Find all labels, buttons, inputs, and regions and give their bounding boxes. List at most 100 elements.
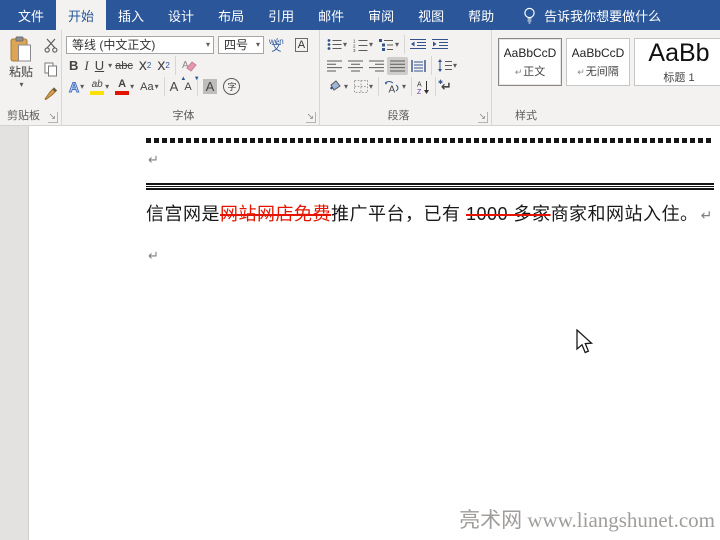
text-segment-red-strikethrough: 网站网店免费 [220, 204, 331, 224]
svg-text:Z: Z [417, 89, 422, 94]
line-spacing-dropdown-icon: ▾ [453, 61, 457, 70]
shading-bucket-icon [327, 80, 343, 93]
bullets-button[interactable]: ▾ [324, 36, 350, 54]
highlight-button[interactable]: ab ▾ [87, 78, 112, 96]
enclose-characters-button[interactable]: 字 [220, 78, 243, 96]
superscript-button[interactable]: x2 [154, 57, 172, 75]
character-border-button[interactable]: A [289, 36, 311, 54]
tab-insert[interactable]: 插入 [106, 0, 156, 30]
borders-button[interactable]: ▾ [351, 78, 376, 96]
cut-button[interactable] [41, 36, 61, 54]
paste-label: 粘贴 [9, 63, 33, 80]
bold-button[interactable]: B [66, 57, 81, 75]
grow-font-icon: A [170, 79, 179, 94]
font-name-combobox[interactable]: 等线 (中文正文) ▾ [66, 36, 214, 54]
tab-file[interactable]: 文件 [6, 0, 56, 30]
numbering-button[interactable]: 1 2 3 ▾ [350, 36, 376, 54]
align-left-button[interactable] [324, 57, 345, 75]
change-case-label: Aa [140, 81, 153, 93]
strikethrough-button[interactable]: abc [112, 57, 136, 75]
font-size-combobox[interactable]: 四号 ▾ [218, 36, 264, 54]
multilevel-list-button[interactable]: ▾ [376, 36, 402, 54]
justify-button[interactable] [387, 57, 408, 75]
sort-button[interactable]: A Z [414, 78, 433, 96]
tab-home[interactable]: 开始 [56, 0, 106, 30]
align-right-button[interactable] [366, 57, 387, 75]
font-name-value: 等线 (中文正文) [72, 36, 155, 53]
document-page[interactable]: ↵ 信宫网是网站网店免费推广平台，已有 1000 多家商家和网站入住。↵ ↵ 亮… [0, 126, 720, 540]
style-card-normal[interactable]: AaBbCcD ↵正文 [498, 38, 562, 86]
font-color-button[interactable]: A ▾ [112, 78, 137, 96]
tab-references[interactable]: 引用 [256, 0, 306, 30]
text-effects-dropdown-icon: ▾ [80, 82, 84, 91]
svg-text:A: A [389, 85, 396, 94]
clipboard-dialog-launcher[interactable]: ↘ [48, 112, 58, 123]
tell-me-search[interactable]: 告诉我你想要做什么 [522, 0, 661, 30]
style-card-no-spacing[interactable]: AaBbCcD ↵无间隔 [566, 38, 630, 86]
font-color-icon: A [115, 79, 129, 95]
superscript-base: x [157, 57, 165, 75]
paragraph-mark: ↵ [148, 152, 159, 168]
tab-review[interactable]: 审阅 [356, 0, 406, 30]
grow-font-button[interactable]: A ▲ [167, 78, 182, 96]
italic-button[interactable]: I [81, 57, 91, 75]
show-hide-marks-button[interactable]: ✱ ↵ [438, 78, 455, 96]
paragraph-group-label: 段落 [320, 107, 477, 123]
ribbon: 粘贴 ▾ [0, 30, 720, 126]
shading-button[interactable]: ▾ [324, 78, 351, 96]
clear-formatting-button[interactable]: A [178, 57, 200, 75]
highlight-icon: ab [90, 79, 104, 95]
tab-mailings[interactable]: 邮件 [306, 0, 356, 30]
align-center-button[interactable] [345, 57, 366, 75]
document-text-line[interactable]: 信宫网是网站网店免费推广平台，已有 1000 多家商家和网站入住。↵ [146, 200, 713, 226]
show-hide-asterisk: ✱ [438, 79, 443, 86]
align-center-icon [348, 60, 363, 72]
eraser-icon: A [181, 58, 197, 73]
underline-button[interactable]: U [92, 57, 107, 75]
superscript-small: 2 [165, 61, 169, 70]
character-shading-button[interactable]: A [200, 78, 221, 96]
tab-help[interactable]: 帮助 [456, 0, 506, 30]
paragraph-dialog-launcher[interactable]: ↘ [478, 112, 488, 123]
shading-dropdown-icon: ▾ [344, 82, 348, 91]
paste-dropdown-icon[interactable]: ▾ [19, 80, 23, 89]
text-segment: 推广平台，已有 [331, 204, 466, 224]
shrink-font-icon: A [184, 81, 191, 93]
phonetic-bottom-label: 文 [271, 45, 281, 52]
style-label: 正文 [523, 66, 545, 78]
lightbulb-icon [522, 7, 537, 24]
styles-group: AaBbCcD ↵正文 AaBbCcD ↵无间隔 AaBb 标题 1 样式 [492, 30, 720, 125]
font-dialog-launcher[interactable]: ↘ [306, 112, 316, 123]
text-effects-button[interactable]: A ▾ [66, 78, 87, 96]
svg-text:A: A [182, 60, 189, 71]
tell-me-label: 告诉我你想要做什么 [544, 6, 661, 25]
tab-design[interactable]: 设计 [156, 0, 206, 30]
decrease-indent-button[interactable] [407, 36, 429, 54]
copy-button[interactable] [41, 60, 61, 78]
paste-button[interactable]: 粘贴 ▾ [6, 36, 36, 89]
tab-layout[interactable]: 布局 [206, 0, 256, 30]
format-painter-button[interactable] [40, 84, 61, 102]
shrink-font-button[interactable]: A ▼ [181, 78, 194, 96]
text-effects-icon: A [69, 79, 79, 95]
style-card-heading1[interactable]: AaBb 标题 1 [634, 38, 720, 86]
paragraph-mark: ↵ [701, 207, 713, 223]
subscript-button[interactable]: x2 [136, 57, 154, 75]
asian-layout-button[interactable]: A ▾ [381, 78, 409, 96]
distribute-button[interactable] [408, 57, 429, 75]
mouse-cursor [575, 329, 594, 355]
double-border-line [146, 183, 714, 190]
font-group-label: 字体 [62, 107, 305, 123]
style-label: 无间隔 [586, 66, 619, 78]
phonetic-guide-button[interactable]: wén 文 [266, 36, 287, 54]
tab-view[interactable]: 视图 [406, 0, 456, 30]
text-segment: 商家和网站入住。 [551, 204, 699, 224]
line-spacing-button[interactable]: ▾ [434, 57, 460, 75]
underline-label: U [95, 58, 104, 73]
line-spacing-icon [437, 59, 452, 72]
increase-indent-button[interactable] [429, 36, 451, 54]
align-right-icon [369, 60, 384, 72]
numbering-dropdown-icon: ▾ [369, 40, 373, 49]
change-case-button[interactable]: Aa ▾ [137, 78, 161, 96]
style-preview: AaBbCcD [572, 46, 625, 60]
